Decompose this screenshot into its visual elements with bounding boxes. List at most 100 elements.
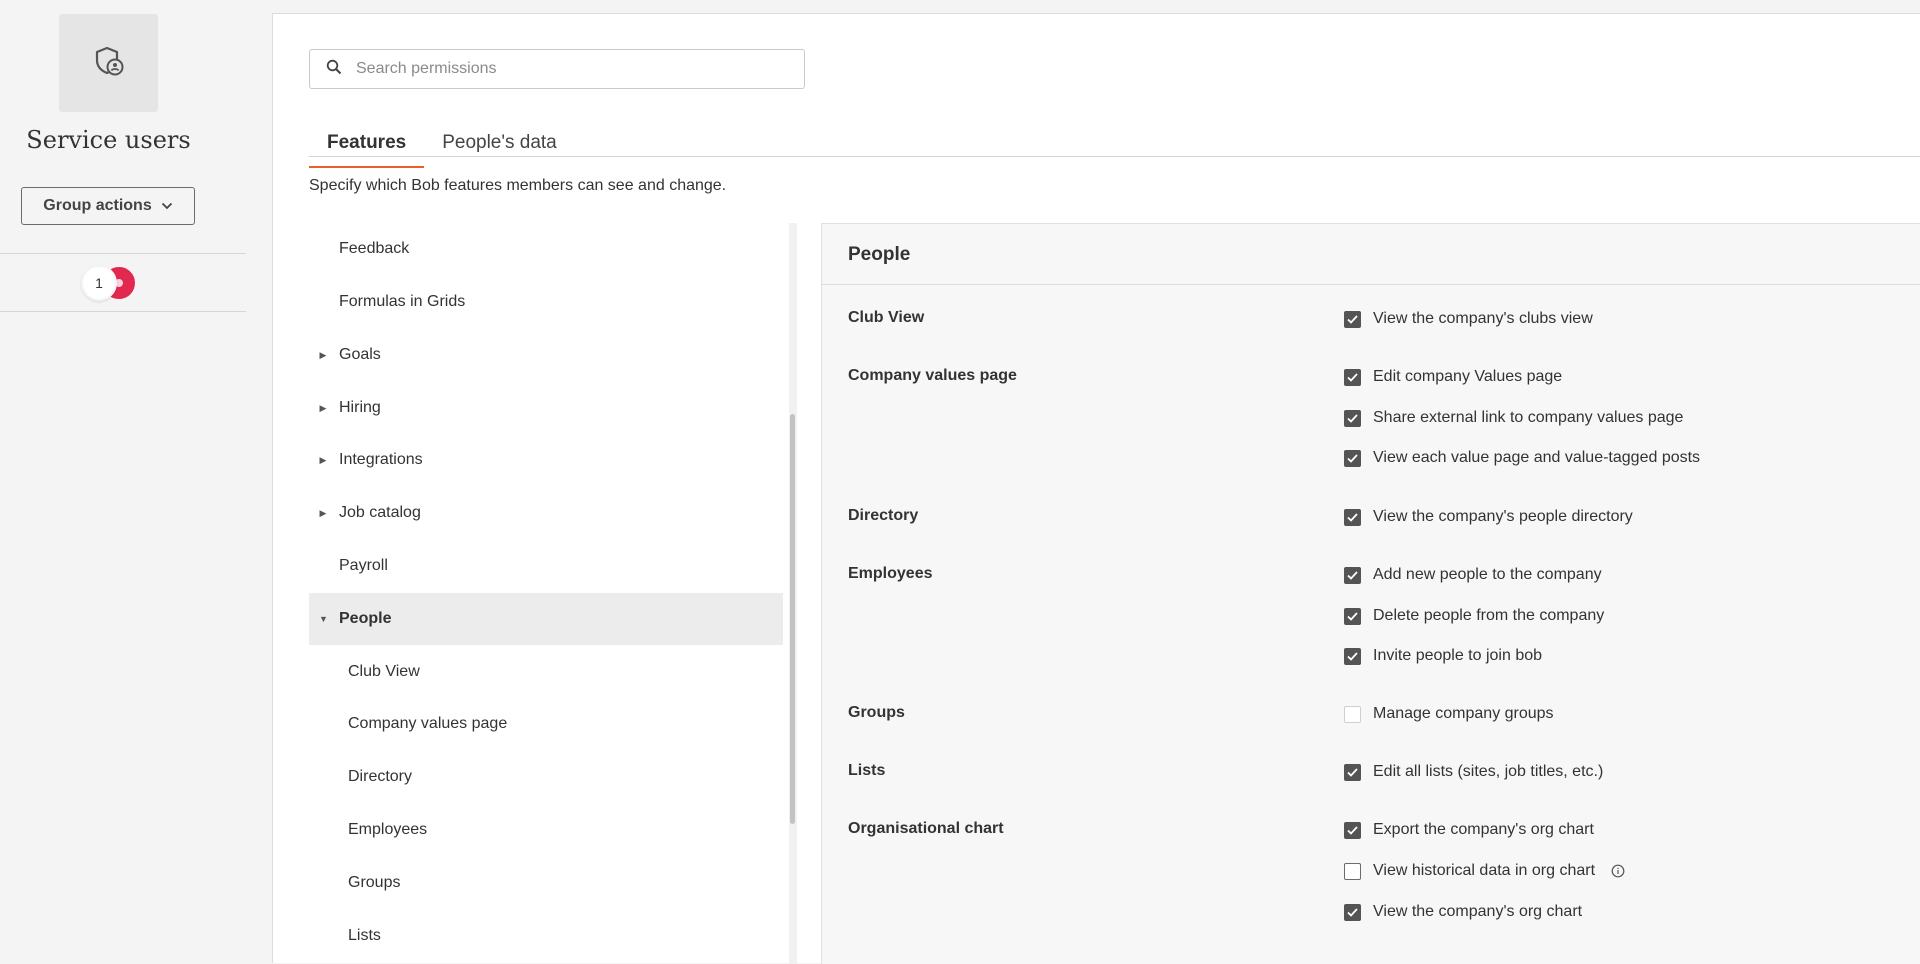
tree-item-label: Integrations — [339, 451, 423, 468]
tree-item-feedback[interactable]: Feedback — [309, 223, 783, 275]
tree-item-employees[interactable]: Employees — [309, 804, 783, 856]
permission-row[interactable]: View the company's org chart — [1344, 901, 1582, 923]
tabs-divider — [309, 156, 1920, 157]
checkbox-checked[interactable] — [1344, 310, 1361, 328]
checkbox-checked[interactable] — [1344, 508, 1361, 526]
caret-right-icon[interactable]: ▶ — [319, 350, 327, 361]
permission-label: Delete people from the company — [1373, 607, 1605, 624]
group-actions-label: Group actions — [43, 197, 152, 214]
divider — [0, 311, 246, 312]
checkbox-unchecked[interactable] — [1344, 862, 1361, 880]
permission-row[interactable]: View each value page and value-tagged po… — [1344, 447, 1700, 469]
tree-item-lists[interactable]: Lists — [309, 910, 783, 962]
permission-label: View the company's people directory — [1373, 508, 1633, 525]
section-label: Employees — [848, 565, 933, 582]
caret-down-icon[interactable]: ▼ — [319, 614, 328, 624]
tree-item-label: Hiring — [339, 399, 381, 416]
permission-label: Edit all lists (sites, job titles, etc.) — [1373, 763, 1604, 780]
tree-item-label: Company values page — [348, 715, 508, 732]
permission-row[interactable]: Invite people to join bob — [1344, 645, 1542, 667]
tree-item-club-view[interactable]: Club View — [309, 646, 783, 698]
tab-features[interactable]: Features — [309, 126, 425, 168]
permission-label: Export the company's org chart — [1373, 821, 1594, 838]
tree-item-label: Formulas in Grids — [339, 293, 466, 310]
permission-row[interactable]: Manage company groups — [1344, 703, 1554, 725]
caret-right-icon[interactable]: ▶ — [319, 508, 327, 519]
permission-label: View the company's clubs view — [1373, 310, 1593, 327]
permission-label: Share external link to company values pa… — [1373, 409, 1684, 426]
permission-row[interactable]: Add new people to the company — [1344, 564, 1602, 586]
group-actions-button[interactable]: Group actions — [21, 187, 195, 225]
permission-label: View the company's org chart — [1373, 903, 1583, 920]
caret-right-icon[interactable]: ▶ — [319, 403, 327, 414]
tree-item-label: Payroll — [339, 557, 388, 574]
permission-label: View historical data in org chart — [1373, 862, 1596, 879]
section-label: Company values page — [848, 367, 1017, 384]
checkbox-checked[interactable] — [1344, 566, 1361, 584]
permissions-title: People — [848, 244, 911, 265]
permission-row[interactable]: Edit all lists (sites, job titles, etc.) — [1344, 761, 1603, 783]
tree-item-label: People — [339, 610, 392, 627]
section-label: Organisational chart — [848, 820, 1004, 837]
tab-peoples-data[interactable]: People's data — [424, 126, 575, 168]
permission-row[interactable]: Edit company Values page — [1344, 366, 1562, 388]
tree-item-label: Job catalog — [339, 504, 421, 521]
section-label: Groups — [848, 704, 905, 721]
tree-item-people[interactable]: ▼ People — [309, 593, 783, 645]
group-sidebar: Service users Group actions 1 — [0, 0, 246, 963]
permission-label: Invite people to join bob — [1373, 647, 1543, 664]
tree-scrollbar-thumb[interactable] — [790, 414, 795, 824]
permission-label: Add new people to the company — [1373, 566, 1602, 583]
caret-right-icon[interactable]: ▶ — [319, 455, 327, 466]
permission-label: Edit company Values page — [1373, 368, 1563, 385]
tab-bar: Features People's data — [309, 126, 575, 169]
section-label: Directory — [848, 507, 919, 524]
permissions-header: People — [822, 224, 1920, 285]
divider — [0, 253, 246, 254]
permission-row[interactable]: Export the company's org chart — [1344, 819, 1594, 841]
shield-user-icon — [91, 43, 127, 84]
tree-item-label: Feedback — [339, 240, 410, 257]
tree-item-payroll[interactable]: Payroll — [309, 540, 783, 592]
permission-row[interactable]: View the company's people directory — [1344, 506, 1633, 528]
tree-item-company-values-page[interactable]: Company values page — [309, 698, 783, 750]
checkbox-checked[interactable] — [1344, 449, 1361, 467]
tree-item-hiring[interactable]: ▶ Hiring — [309, 382, 783, 434]
checkbox-checked[interactable] — [1344, 607, 1361, 625]
checkbox-checked[interactable] — [1344, 368, 1361, 386]
group-members[interactable]: 1 — [81, 265, 141, 301]
checkbox-checked[interactable] — [1344, 903, 1361, 921]
tree-item-groups[interactable]: Groups — [309, 857, 783, 909]
permission-row[interactable]: Share external link to company values pa… — [1344, 407, 1683, 429]
search-box[interactable] — [309, 49, 805, 89]
tree-item-goals[interactable]: ▶ Goals — [309, 329, 783, 381]
section-label: Club View — [848, 309, 925, 326]
chevron-down-icon — [161, 197, 173, 215]
tree-item-job-catalog[interactable]: ▶ Job catalog — [309, 487, 783, 539]
checkbox-checked[interactable] — [1344, 409, 1361, 427]
group-title: Service users — [26, 126, 191, 154]
permission-label: View each value page and value-tagged po… — [1373, 449, 1701, 466]
tree-item-label: Club View — [348, 663, 420, 680]
checkbox-checked[interactable] — [1344, 647, 1361, 665]
permission-row[interactable]: Delete people from the company — [1344, 605, 1604, 627]
tree-item-formulas-in-grids[interactable]: Formulas in Grids — [309, 276, 783, 328]
tree-item-integrations[interactable]: ▶ Integrations — [309, 434, 783, 486]
member-count-badge[interactable]: 1 — [81, 265, 117, 301]
permissions-detail: People Club View View the company's club… — [821, 223, 1920, 964]
checkbox-checked[interactable] — [1344, 763, 1361, 781]
permission-row[interactable]: View historical data in org chart — [1344, 860, 1625, 882]
info-icon[interactable] — [1611, 864, 1625, 878]
tab-description: Specify which Bob features members can s… — [309, 177, 727, 194]
tree-item-label: Directory — [348, 768, 413, 785]
search-input[interactable] — [354, 59, 778, 79]
checkbox-disabled[interactable] — [1344, 705, 1361, 723]
checkbox-checked[interactable] — [1344, 821, 1361, 839]
permission-label: Manage company groups — [1373, 705, 1554, 722]
section-label: Lists — [848, 762, 886, 779]
tree-item-directory[interactable]: Directory — [309, 751, 783, 803]
feature-tree: Feedback Formulas in Grids ▶ Goals ▶ Hir… — [309, 223, 783, 964]
permission-row[interactable]: View the company's clubs view — [1344, 308, 1593, 330]
search-icon — [326, 59, 342, 80]
tree-item-label: Groups — [348, 874, 401, 891]
